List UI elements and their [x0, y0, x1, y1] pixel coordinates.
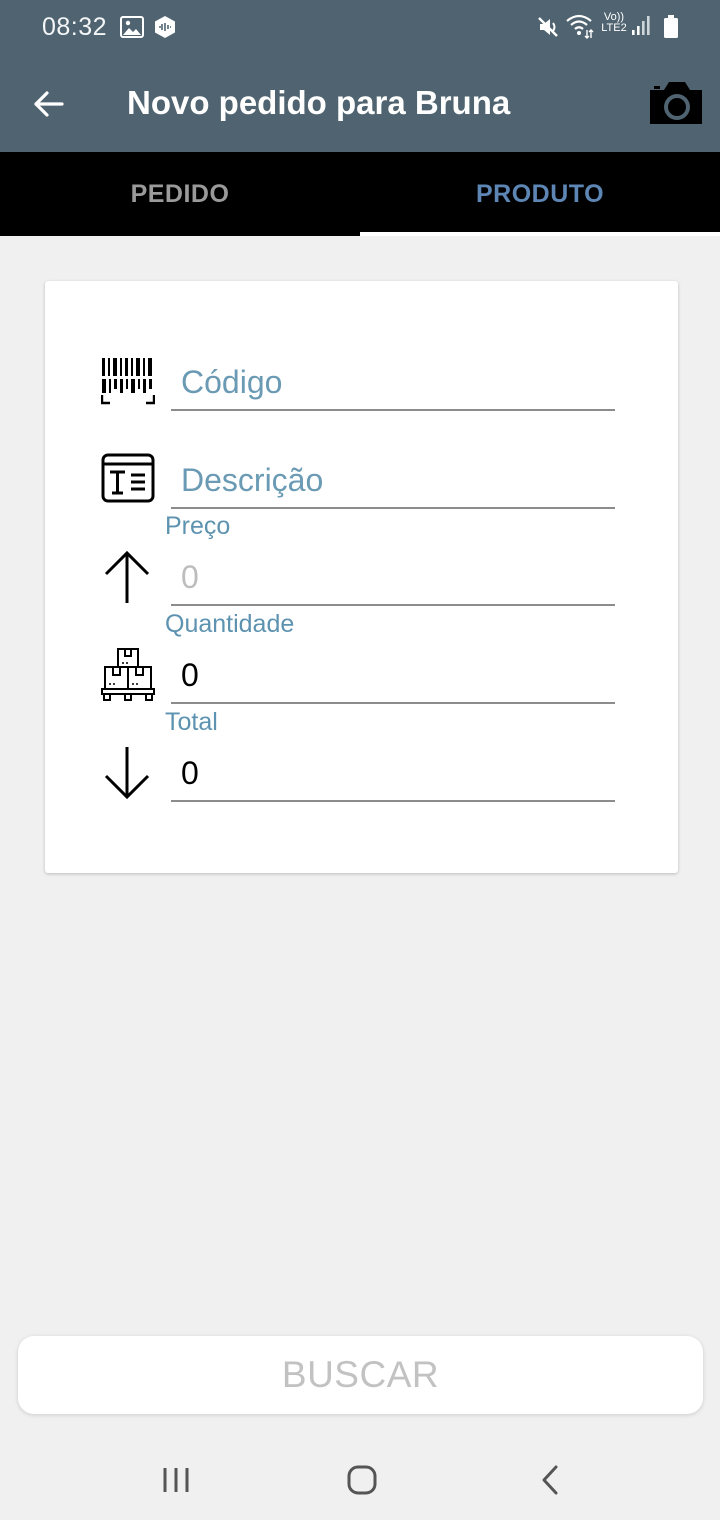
arrow-left-icon [34, 91, 64, 117]
recent-apps-button[interactable] [146, 1458, 206, 1502]
home-button[interactable] [332, 1458, 392, 1502]
back-icon [542, 1465, 558, 1495]
quantidade-label: Quantidade [165, 610, 295, 638]
page-title: Novo pedido para Bruna [127, 84, 511, 121]
wifi-icon [565, 12, 595, 45]
home-icon [347, 1465, 377, 1495]
arrow-down-icon [103, 745, 151, 806]
camera-icon [650, 82, 702, 124]
preco-label: Preço [165, 512, 231, 540]
battery-icon [664, 15, 678, 44]
signal-icon [631, 15, 651, 42]
status-time: 08:32 [42, 13, 108, 41]
tab-indicator [360, 232, 720, 236]
buscar-button[interactable]: BUSCAR [18, 1336, 703, 1414]
system-nav-bar [0, 1440, 720, 1520]
product-form-card: Preço Quantidade Total [45, 281, 678, 873]
descricao-input[interactable] [171, 459, 615, 509]
tab-pedido[interactable]: PEDIDO [0, 152, 360, 236]
boxes-pallet-icon [101, 647, 155, 708]
app-notification-icon [153, 15, 177, 44]
recent-apps-icon [163, 1468, 189, 1492]
status-bar: 08:32 Vo)) LTE2 [0, 0, 720, 56]
quantidade-input[interactable] [171, 654, 615, 704]
volte-icon: Vo)) LTE2 [598, 12, 630, 34]
back-button[interactable] [22, 78, 76, 130]
tab-bar: PEDIDO PRODUTO [0, 152, 720, 236]
tab-produto[interactable]: PRODUTO [360, 152, 720, 236]
codigo-input[interactable] [171, 361, 615, 411]
text-document-icon [101, 453, 155, 508]
preco-input[interactable] [171, 556, 615, 606]
total-label: Total [165, 708, 218, 736]
nav-back-button[interactable] [520, 1458, 580, 1502]
camera-button[interactable] [646, 78, 710, 130]
volte-line2: LTE2 [601, 22, 627, 34]
mute-icon [535, 14, 561, 45]
barcode-icon [100, 357, 156, 410]
app-bar: Novo pedido para Bruna [0, 56, 720, 152]
total-input[interactable] [171, 752, 615, 802]
arrow-up-icon [103, 549, 151, 610]
image-icon [120, 16, 144, 43]
